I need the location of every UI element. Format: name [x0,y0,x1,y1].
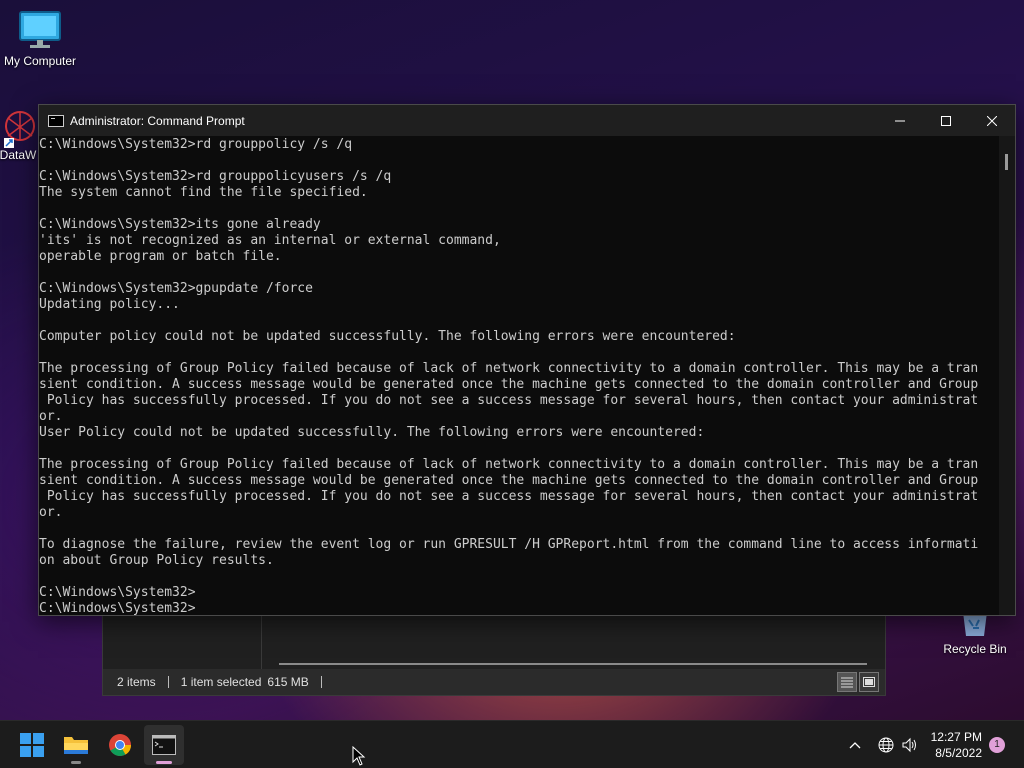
large-icons-view-button[interactable] [859,672,879,692]
console-line: C:\Windows\System32> [39,601,196,615]
clock-date: 8/5/2022 [935,746,982,760]
selection-size: 615 MB [267,675,309,689]
windows-start-icon [20,733,44,757]
console-line: or. [39,409,63,424]
console-line: or. [39,505,63,520]
desktop-icon-label: My Computer [3,54,77,68]
console-line: on about Group Policy results. [39,553,274,568]
running-indicator [71,761,81,764]
system-tray [846,721,922,768]
status-bar: 2 items 1 item selected 615 MB [103,669,885,695]
pane-divider [261,615,262,673]
console-line: operable program or batch file. [39,249,282,264]
monitor-icon [19,11,61,48]
minimize-icon [895,120,905,121]
console-line: C:\Windows\System32>gpupdate /force [39,281,313,296]
datawarehouse-shortcut-icon [4,111,35,148]
console-line: User Policy could not be updated success… [39,425,705,440]
chrome-icon [109,734,131,756]
terminal-icon [152,735,176,755]
close-button[interactable] [969,105,1015,136]
console-line: 'its' is not recognized as an internal o… [39,233,501,248]
console-line: Updating policy... [39,297,180,312]
title-bar[interactable]: Administrator: Command Prompt [39,105,1015,136]
console-line: sient condition. A success message would… [39,473,979,488]
status-separator [167,676,169,688]
large-icons-view-icon [863,677,875,687]
status-separator [320,676,322,688]
horizontal-scrollbar[interactable] [279,663,867,665]
taskbar-chrome[interactable] [100,725,140,765]
window-title: Administrator: Command Prompt [70,113,245,128]
desktop-icon-my-computer[interactable]: My Computer [0,10,80,68]
console-line: Policy has successfully processed. If yo… [39,393,979,408]
globe-icon[interactable] [874,737,898,753]
folder-icon [64,737,88,754]
desktop-icon-label: Recycle Bin [943,642,1007,656]
console-line: The processing of Group Policy failed be… [39,457,979,472]
vertical-scrollbar[interactable] [999,136,1015,615]
console-line: The processing of Group Policy failed be… [39,361,979,376]
details-view-button[interactable] [837,672,857,692]
taskbar: 12:27 PM 8/5/2022 1 [0,720,1024,768]
console-line: C:\Windows\System32>rd grouppolicyusers … [39,169,392,184]
close-icon [987,115,997,126]
details-view-icon [841,677,853,688]
clock-time: 12:27 PM [930,730,982,744]
cmd-app-icon [48,114,64,127]
volume-icon[interactable] [898,737,922,753]
minimize-button[interactable] [877,105,923,136]
chevron-up-icon[interactable] [846,741,864,749]
console-line: Policy has successfully processed. If yo… [39,489,979,504]
console-line: sient condition. A success message would… [39,377,979,392]
taskbar-clock[interactable]: 12:27 PM 8/5/2022 [931,729,982,761]
start-button[interactable] [12,725,52,765]
console-line: To diagnose the failure, review the even… [39,537,979,552]
view-toggle [837,672,879,692]
taskbar-file-explorer[interactable] [56,725,96,765]
console-line: C:\Windows\System32> [39,585,196,600]
console-line: Computer policy could not be updated suc… [39,329,736,344]
taskbar-command-prompt[interactable] [144,725,184,765]
scrollbar-thumb[interactable] [1005,154,1008,170]
command-prompt-window[interactable]: Administrator: Command Prompt C:\Windows… [38,104,1016,616]
active-indicator [156,761,172,764]
console-output[interactable]: C:\Windows\System32>rd grouppolicy /s /q… [39,136,999,615]
mouse-cursor-icon [352,746,366,766]
maximize-button[interactable] [923,105,969,136]
console-line: The system cannot find the file specifie… [39,185,368,200]
console-line: C:\Windows\System32>its gone already [39,217,321,232]
items-count: 2 items [117,675,156,689]
maximize-icon [941,115,951,126]
console-line: C:\Windows\System32>rd grouppolicy /s /q [39,137,353,152]
notification-badge[interactable]: 1 [989,737,1005,753]
selection-count: 1 item selected [180,675,262,689]
